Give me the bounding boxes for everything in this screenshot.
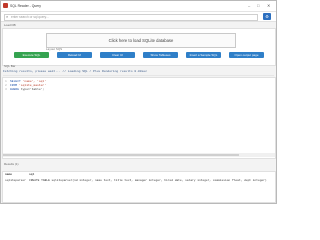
sql-bar-label: SQL Bar — [4, 64, 16, 68]
column-header: sql — [29, 173, 35, 176]
settings-button[interactable]: ⚙ — [263, 13, 271, 20]
db-loaded-status: Layout SQS — [46, 47, 63, 51]
title-bar: SQL Reader - Query – □ ✕ — [1, 1, 276, 12]
load-db-label: Load DB — [4, 23, 16, 27]
app-icon — [3, 3, 8, 8]
open-output-page-button[interactable]: Open output page — [229, 52, 264, 58]
search-input[interactable] — [11, 14, 251, 20]
results-label: Results (1) — [4, 162, 19, 166]
insert-sample-sql-button[interactable]: Insert a Sample SQL — [186, 52, 221, 58]
search-bar: ⌕ ⚙ — [1, 12, 276, 22]
maximize-icon[interactable]: □ — [257, 3, 259, 8]
app-window: SQL Reader - Query – □ ✕ ⌕ ⚙ Load DB Cli… — [0, 0, 277, 204]
settings-icon: ⚙ — [265, 14, 269, 19]
results-table: name sql sqliteparser CREATE TABLE sqlit… — [2, 171, 276, 203]
query-status: Fetching results, please wait... // Load… — [3, 69, 274, 76]
minimize-icon[interactable]: – — [248, 3, 250, 8]
scrollbar-thumb[interactable] — [3, 154, 239, 156]
show-tables-button[interactable]: Show Tableses — [143, 52, 178, 58]
load-db-panel: Click here to load SQLite database Layou… — [2, 28, 276, 66]
search-icon: ⌕ — [6, 14, 9, 19]
clear-ui-button[interactable]: Clear UI — [100, 52, 135, 58]
code-line: 1 SELECT 'name', 'sql' — [5, 80, 47, 83]
editor-horizontal-scrollbar[interactable] — [3, 153, 275, 157]
reload-ui-button[interactable]: Reload UI — [57, 52, 92, 58]
code-line: 2 FROM 'sqlite_master' — [5, 84, 47, 87]
column-header: name — [5, 173, 12, 176]
load-database-dropzone[interactable]: Click here to load SQLite database — [46, 33, 236, 48]
execute-sql-button[interactable]: Execute SQL — [14, 52, 49, 58]
table-cell: sqliteparser — [5, 179, 26, 182]
code-line: 3 WHERE type='table'; — [5, 88, 45, 91]
sql-editor[interactable]: 1 SELECT 'name', 'sql' 2 FROM 'sqlite_mast… — [2, 77, 276, 159]
search-box: ⌕ — [4, 13, 258, 21]
close-icon[interactable]: ✕ — [267, 3, 270, 8]
table-cell: CREATE TABLE sqliteparser(id integer, na… — [29, 179, 267, 182]
window-title: SQL Reader - Query — [10, 4, 41, 8]
